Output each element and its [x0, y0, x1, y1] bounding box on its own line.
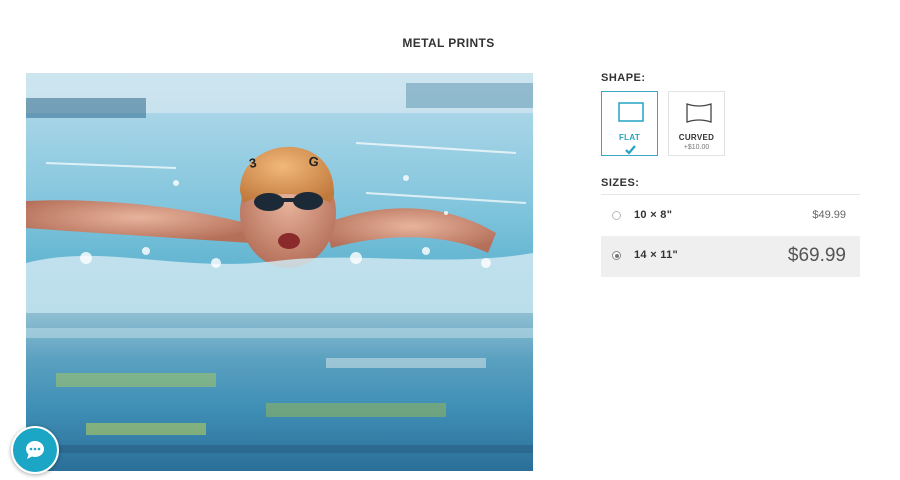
size-option-label: 10 × 8": [634, 209, 673, 221]
options-panel: SHAPE: FLAT CURVED +$10.00 SIZES: 10 × 8…: [601, 72, 860, 277]
size-option-price: $49.99: [812, 209, 846, 221]
divider: [601, 194, 860, 195]
shape-option-name: CURVED: [678, 133, 715, 142]
radio-button[interactable]: [612, 251, 621, 260]
chat-bubble-icon: [26, 441, 44, 459]
shape-option-curved[interactable]: CURVED +$10.00: [668, 91, 725, 156]
shape-option-flat[interactable]: FLAT: [601, 91, 658, 156]
curved-panel-icon: [685, 102, 713, 129]
size-option-14x11[interactable]: 14 × 11" $69.99: [601, 236, 860, 277]
checkmark-icon: [625, 142, 636, 160]
shape-options: FLAT CURVED +$10.00: [601, 91, 860, 158]
shape-option-name: FLAT: [618, 133, 641, 142]
shape-option-price: +$10.00: [683, 144, 710, 151]
chat-button[interactable]: [11, 426, 59, 474]
page-title: METAL PRINTS: [402, 36, 495, 50]
flat-rectangle-icon: [618, 102, 644, 127]
radio-button[interactable]: [612, 211, 621, 220]
size-option-price: $69.99: [787, 245, 846, 266]
shape-section-label: SHAPE:: [601, 72, 646, 84]
size-option-10x8[interactable]: 10 × 8" $49.99: [601, 202, 860, 232]
sizes-section-label: SIZES:: [601, 177, 640, 189]
product-photo: 3 G: [26, 73, 533, 471]
size-option-label: 14 × 11": [634, 249, 679, 261]
